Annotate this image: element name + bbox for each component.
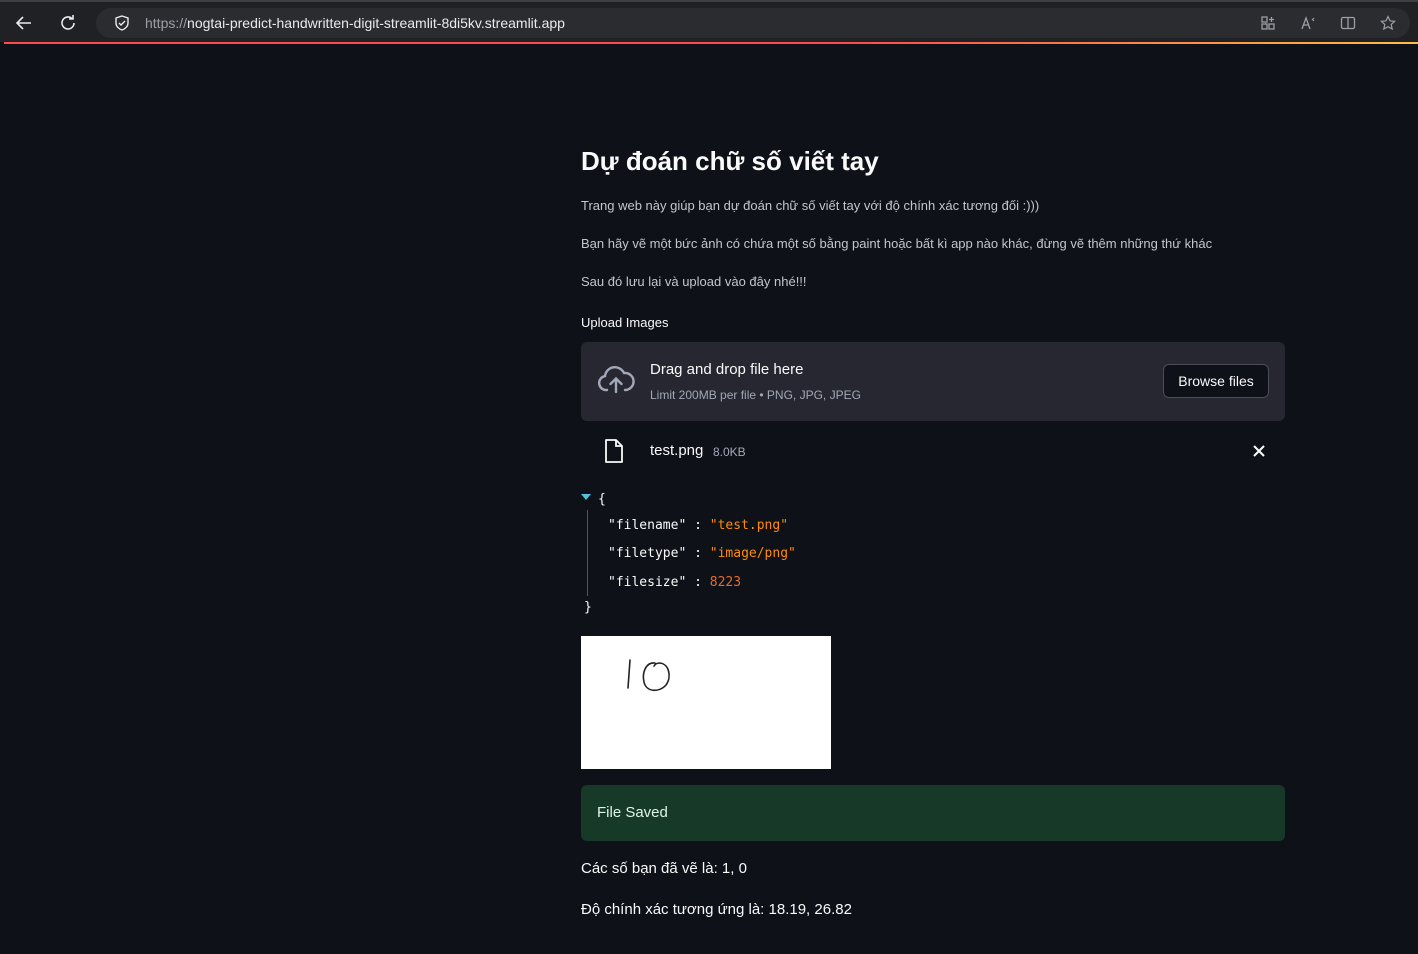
url-host: nogtai-predict-handwritten-digit-streaml… [187,15,565,31]
json-row-filesize: "filesize" : 8223 [608,575,742,590]
file-icon [605,439,623,463]
json-close-brace: } [584,600,592,615]
intro-paragraph-1: Trang web này giúp bạn dự đoán chữ số vi… [581,198,1040,213]
json-viewer: { "filename" : "test.png" "filetype" : "… [581,490,881,620]
file-size: 8.0KB [713,445,746,459]
split-screen-icon[interactable] [1338,13,1358,33]
file-name: test.png [650,442,704,459]
url-text[interactable]: https://nogtai-predict-handwritten-digit… [145,15,565,31]
json-indent-guide [587,510,588,596]
url-scheme: https:// [145,15,188,31]
uploaded-image-preview [581,636,831,769]
prediction-accuracy-text: Độ chính xác tương ứng là: 18.19, 26.82 [581,901,852,918]
favorite-star-icon[interactable] [1378,13,1398,33]
json-value: "image/png" [709,546,796,561]
page-load-progress [4,42,1418,44]
uploaded-file-item: test.png 8.0KB [581,432,1285,470]
success-alert: File Saved [581,785,1285,841]
handwritten-digits-image [627,659,670,692]
uploader-label: Upload Images [581,315,669,330]
read-aloud-icon[interactable] [1298,13,1318,33]
shield-icon [115,15,129,31]
address-bar[interactable]: https://nogtai-predict-handwritten-digit… [96,8,1410,38]
browser-toolbar: https://nogtai-predict-handwritten-digit… [0,0,1418,44]
json-key: "filesize" [608,575,687,590]
success-message: File Saved [597,804,668,821]
dropzone-subtitle: Limit 200MB per file • PNG, JPG, JPEG [650,388,861,402]
cloud-upload-icon [597,366,635,394]
reload-button[interactable] [53,8,83,38]
json-open-brace: { [598,492,606,507]
browse-files-button[interactable]: Browse files [1163,364,1269,398]
json-value: 8223 [709,575,742,590]
predicted-digits-text: Các số bạn đã vẽ là: 1, 0 [581,860,747,877]
json-value: "test.png" [709,518,789,533]
close-icon [1253,445,1265,457]
intro-paragraph-3: Sau đó lưu lại và upload vào đây nhé!!! [581,274,807,289]
back-button[interactable] [9,8,39,38]
json-key: "filename" [608,518,687,533]
json-key: "filetype" [608,546,687,561]
json-collapse-toggle[interactable] [581,494,591,500]
arrow-left-icon [15,16,31,30]
json-row-filetype: "filetype" : "image/png" [608,546,796,561]
app-available-icon[interactable] [1258,13,1278,33]
intro-paragraph-2: Bạn hãy vẽ một bức ảnh có chứa một số bằ… [581,236,1213,251]
json-row-filename: "filename" : "test.png" [608,518,789,533]
file-dropzone[interactable]: Drag and drop file here Limit 200MB per … [581,342,1285,421]
remove-file-button[interactable] [1249,441,1269,461]
page-title: Dự đoán chữ số viết tay [581,146,879,176]
dropzone-title: Drag and drop file here [650,361,804,378]
reload-icon [61,15,75,30]
